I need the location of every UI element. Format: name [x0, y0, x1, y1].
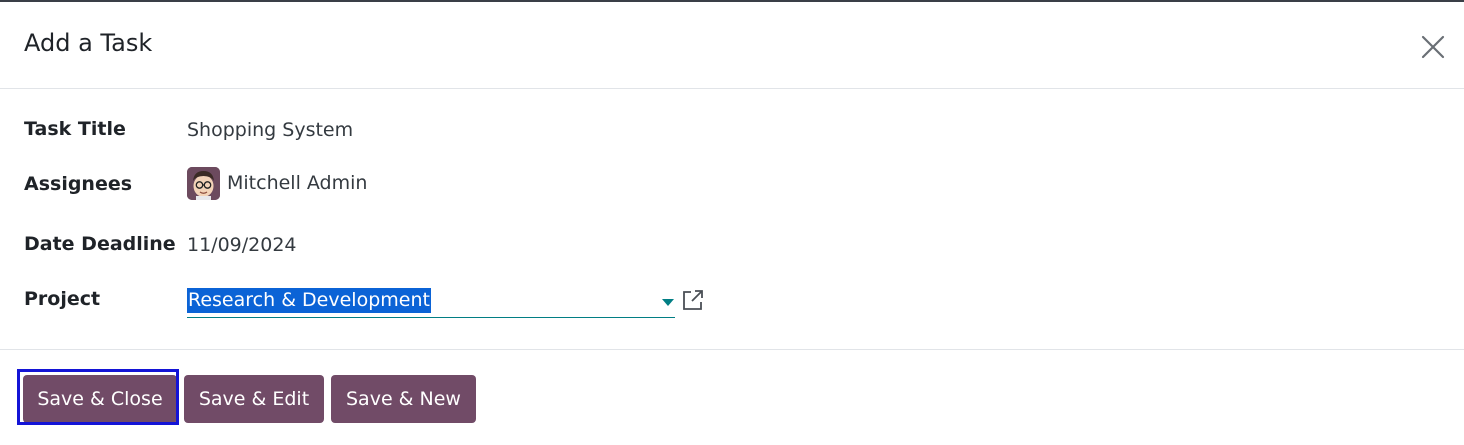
assignee-tag[interactable]: Mitchell Admin — [187, 166, 367, 200]
avatar — [187, 166, 220, 200]
project-select[interactable]: Research & Development — [187, 284, 675, 318]
add-task-dialog: Add a Task Task Title Shopping System As… — [0, 2, 1464, 444]
close-icon — [1421, 35, 1445, 59]
project-label: Project — [24, 288, 101, 310]
date-deadline-input[interactable]: 11/09/2024 — [187, 234, 297, 256]
external-link-icon — [683, 290, 703, 310]
project-input-value[interactable]: Research & Development — [187, 288, 431, 313]
save-new-button[interactable]: Save & New — [331, 375, 476, 423]
save-edit-button[interactable]: Save & Edit — [184, 375, 324, 423]
dialog-footer: Save & Close Save & Edit Save & New — [0, 349, 1464, 445]
close-button[interactable] — [1416, 30, 1450, 64]
user-avatar-icon — [187, 166, 220, 200]
dialog-title: Add a Task — [24, 29, 153, 57]
task-title-input[interactable]: Shopping System — [187, 119, 353, 141]
task-title-label: Task Title — [24, 118, 126, 140]
assignee-name: Mitchell Admin — [227, 172, 368, 194]
caret-down-icon[interactable] — [662, 299, 674, 306]
date-deadline-label: Date Deadline — [24, 233, 176, 255]
save-close-button[interactable]: Save & Close — [23, 375, 177, 423]
external-link-button[interactable] — [681, 288, 705, 312]
dialog-header: Add a Task — [0, 2, 1464, 89]
assignees-label: Assignees — [24, 173, 133, 195]
